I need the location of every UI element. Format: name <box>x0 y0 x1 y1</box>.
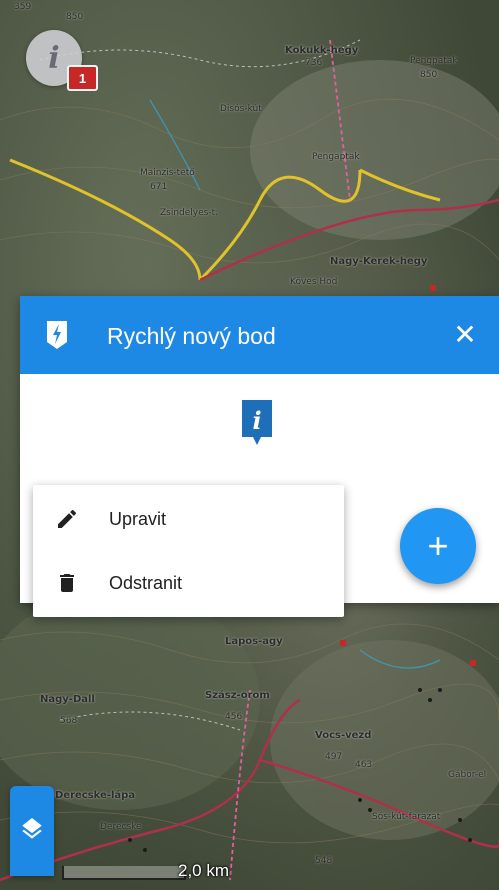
close-icon: ✕ <box>453 319 477 350</box>
map-label: Derecske-lápa <box>55 790 136 801</box>
map-label: 671 <box>150 182 168 192</box>
menu-item-label: Upravit <box>109 508 167 529</box>
map-label: 568 <box>60 716 78 726</box>
layers-button[interactable] <box>10 786 54 876</box>
context-menu: Upravit Odstranit <box>33 485 344 617</box>
map-label: Lapos-agy <box>225 636 283 647</box>
menu-item-edit[interactable]: Upravit <box>33 489 344 549</box>
map-label: Pengaptak <box>312 152 360 162</box>
quick-point-icon <box>47 321 67 349</box>
map-label: Mainzis-tető <box>140 168 195 178</box>
map-label: 497 <box>325 752 343 762</box>
add-button[interactable]: + <box>400 508 476 584</box>
trash-icon <box>60 574 74 592</box>
info-icon: i <box>48 40 60 76</box>
map-label: 736 <box>305 58 323 68</box>
info-point-glyph: i <box>252 406 261 435</box>
map-label: Nagy-Dall <box>40 694 95 705</box>
plus-icon: + <box>427 525 449 566</box>
map-label: Zsindelyes-t. <box>160 208 218 218</box>
menu-item-delete[interactable]: Odstranit <box>33 553 344 613</box>
map-label: Kokukk-hegy <box>285 45 359 56</box>
layers-icon <box>22 818 42 839</box>
scale-label: 2,0 km <box>178 861 230 880</box>
map-label: 850 <box>66 12 84 22</box>
map-scale: 2,0 km <box>60 860 310 884</box>
dialog-title: Rychlý nový bod <box>107 323 276 349</box>
map-label: Szász-orom <box>205 690 270 701</box>
map-label: Disós-kút <box>220 104 262 114</box>
notification-badge: 1 <box>67 65 98 91</box>
scale-bar <box>62 866 186 880</box>
map-label: 359 <box>14 2 32 12</box>
close-button[interactable]: ✕ <box>450 320 480 350</box>
map-label: Vocs-vezd <box>315 730 372 741</box>
map-label: Sós-kút-farazat <box>372 812 441 822</box>
map-label: 850 <box>420 70 438 80</box>
pencil-icon <box>58 510 76 528</box>
map-label: 463 <box>355 760 373 770</box>
info-point-icon[interactable]: i <box>241 399 273 447</box>
dialog-header: Rychlý nový bod ✕ <box>20 296 499 374</box>
map-label: Köves Hod <box>290 277 338 287</box>
map-label: Pengpatak <box>410 56 458 66</box>
map-label: 456 <box>225 712 243 722</box>
map-label: Derecske <box>100 822 142 832</box>
menu-item-label: Odstranit <box>109 572 183 593</box>
map-label: 548 <box>315 856 333 866</box>
map-label: Nagy-Kerek-hegy <box>330 256 428 267</box>
map-label: Gábor-el <box>448 770 487 780</box>
